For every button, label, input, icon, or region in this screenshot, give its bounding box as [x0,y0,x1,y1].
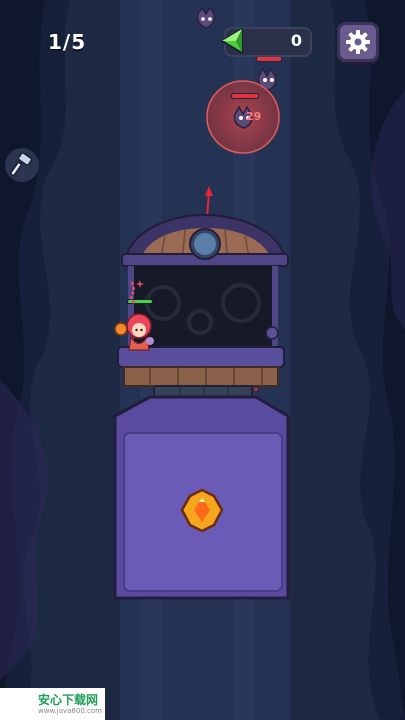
watermark-banner: 安心下载网 www.java800.com [0,688,105,720]
enemy-boss-aura[interactable] [206,80,280,154]
player-health-bar [128,300,152,303]
green-gem-icon [221,28,243,54]
hammer-tool-button[interactable] [5,148,39,182]
gem-count: 0 [290,31,302,50]
hammer-icon [10,152,33,177]
wave-counter: 1/5 [48,30,87,54]
watermark-url: www.java800.com [38,707,102,715]
gear-icon [346,30,370,54]
boss-damage-label: 29 [246,110,262,123]
watermark-title: 安心下载网 [38,693,99,707]
game-scene[interactable]: 安心 [0,0,405,720]
gem-counter: 0 [221,27,312,57]
settings-button[interactable] [337,22,379,62]
tower-room [117,213,289,404]
